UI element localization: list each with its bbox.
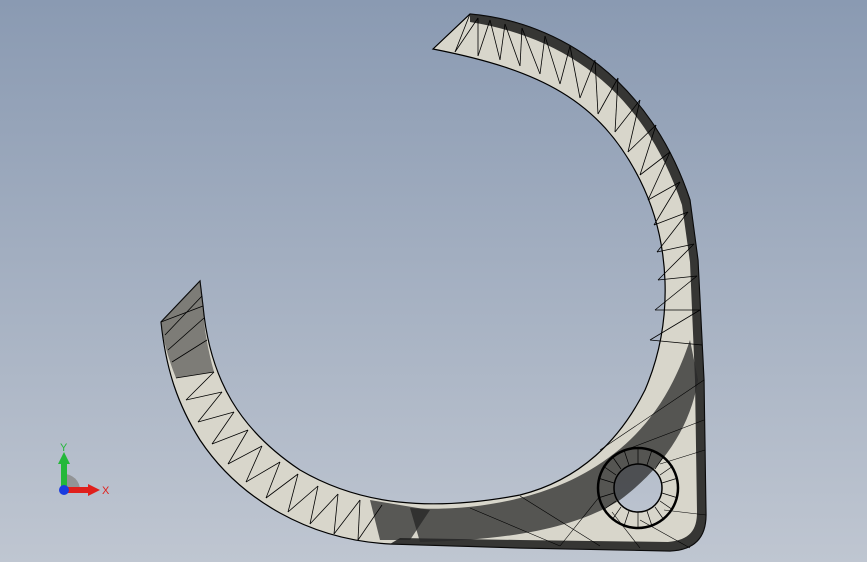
graphics-viewport[interactable]: Y X xyxy=(0,0,867,562)
coordinate-triad: Y X xyxy=(58,442,110,497)
clamp-mesh-model[interactable] xyxy=(0,0,867,562)
triad-y-label: Y xyxy=(60,442,68,454)
triad-x-label: X xyxy=(102,485,110,497)
triad-z-axis xyxy=(59,485,69,495)
